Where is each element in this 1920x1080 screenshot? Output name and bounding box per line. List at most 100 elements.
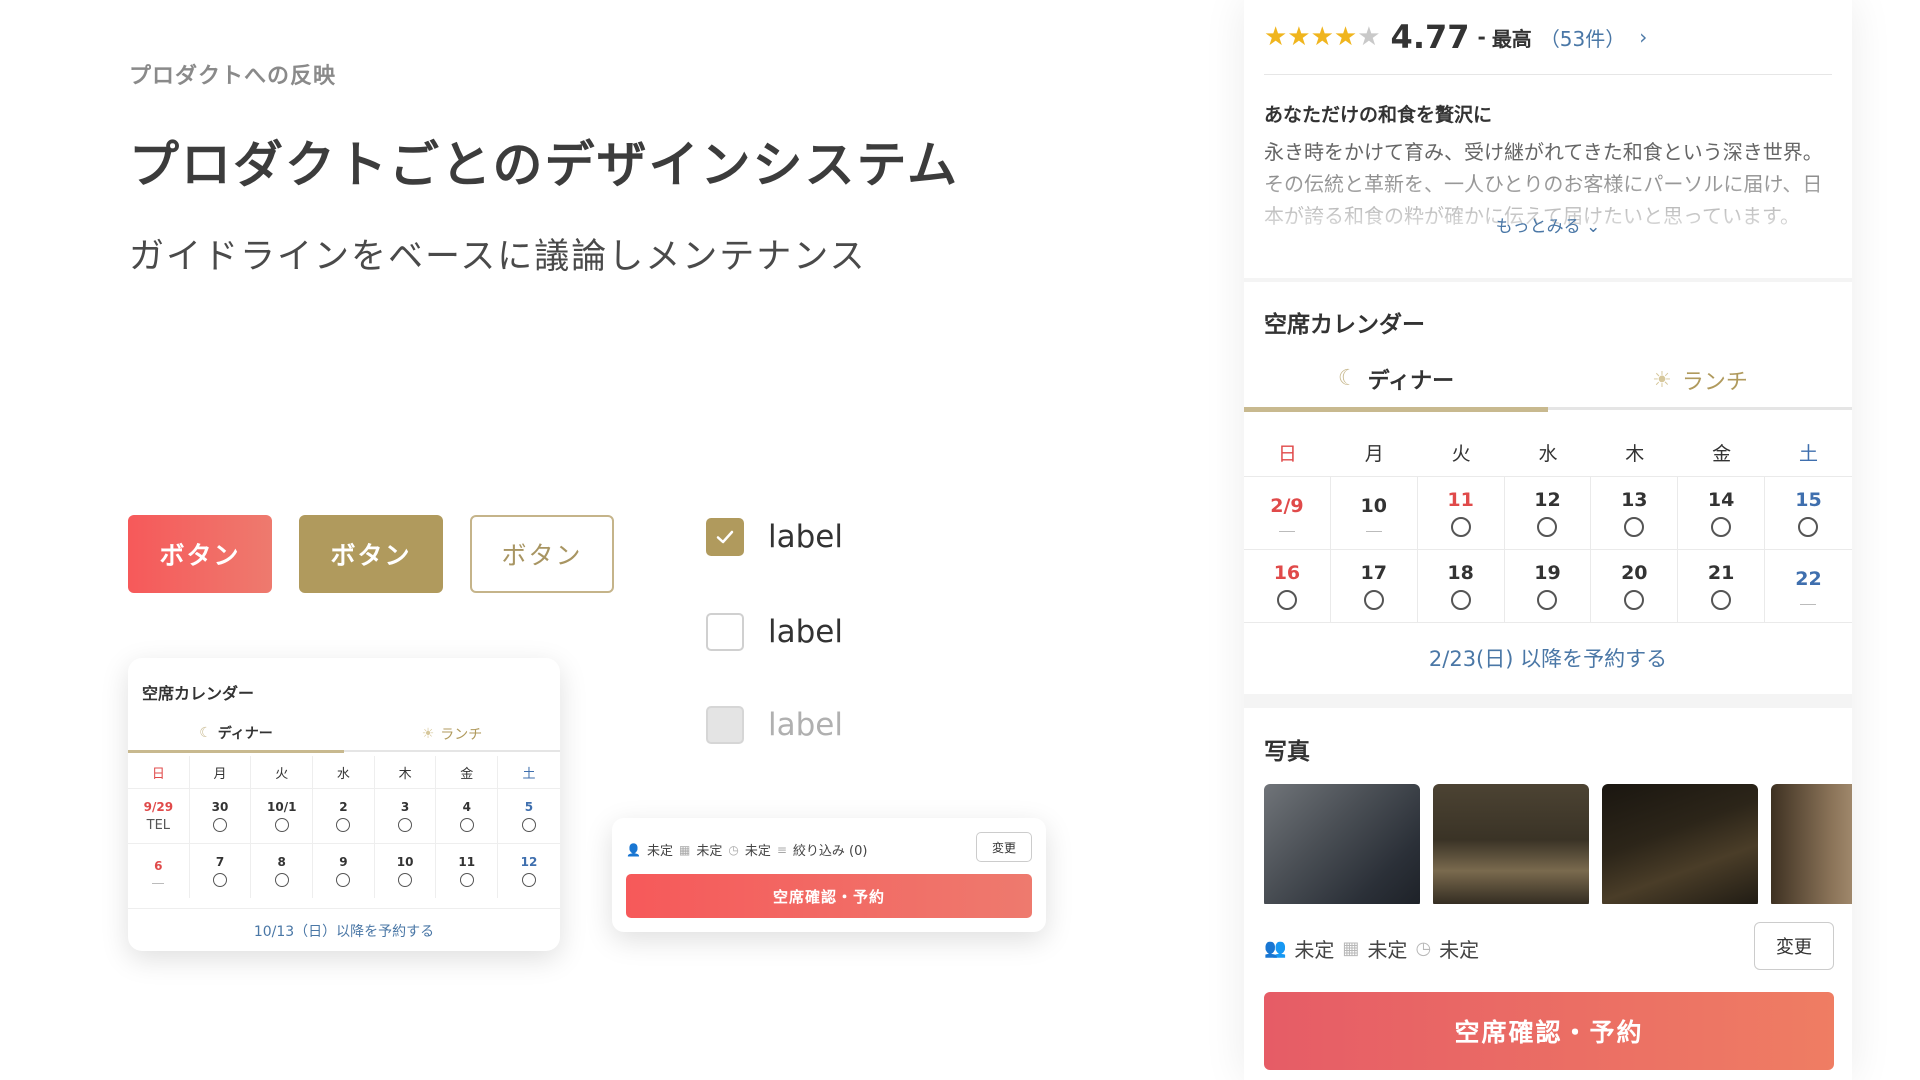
day-cell: 10 bbox=[1331, 477, 1418, 549]
day-number: 10/1 bbox=[267, 800, 297, 814]
mini-day-cell[interactable]: 2 bbox=[313, 789, 375, 843]
calendar-row: 2/9 10 11 12 13 14 15 bbox=[1244, 476, 1852, 549]
mini-weekday-header: 日 月 火 水 木 金 土 bbox=[128, 756, 560, 788]
day-cell[interactable]: 16 bbox=[1244, 550, 1331, 622]
read-more-link[interactable]: もっとみる ⌄ bbox=[1244, 212, 1852, 237]
rating-word: 最高 bbox=[1491, 26, 1532, 51]
day-number: 5 bbox=[524, 800, 534, 814]
day-number: 2 bbox=[339, 800, 348, 814]
clock-icon: ◷ bbox=[1415, 938, 1432, 959]
mini-calendar-more-link[interactable]: 10/13（日）以降を予約する bbox=[128, 908, 560, 951]
mini-day-cell[interactable]: 30 bbox=[190, 789, 252, 843]
day-cell[interactable]: 15 bbox=[1765, 477, 1852, 549]
rating-value: 4.77 bbox=[1390, 18, 1470, 56]
mini-day-cell[interactable]: 4 bbox=[436, 789, 499, 843]
available-circle-icon bbox=[213, 873, 228, 887]
change-button[interactable]: 変更 bbox=[1754, 922, 1834, 970]
mini-tab-lunch[interactable]: ☀ ランチ bbox=[344, 716, 560, 752]
available-circle-icon bbox=[1363, 590, 1384, 610]
day-cell[interactable]: 13 bbox=[1591, 477, 1679, 549]
day-number: 30 bbox=[211, 800, 229, 814]
weekday-header: 日 月 火 水 木 金 土 bbox=[1244, 428, 1852, 476]
day-cell[interactable]: 19 bbox=[1505, 550, 1592, 622]
primary-button[interactable]: ボタン bbox=[128, 515, 272, 593]
mini-day-cell[interactable]: 3 bbox=[375, 789, 437, 843]
day-number: 11 bbox=[458, 855, 476, 869]
day-number: 12 bbox=[520, 855, 538, 869]
day-number: 3 bbox=[400, 800, 410, 814]
day-cell[interactable]: 20 bbox=[1591, 550, 1679, 622]
weekday-mon: 月 bbox=[1364, 442, 1384, 465]
mini-day-cell[interactable]: 11 bbox=[436, 844, 499, 898]
mini-day-cell[interactable]: 9/29 TEL bbox=[128, 789, 190, 843]
photo-thumbnail[interactable] bbox=[1771, 784, 1852, 908]
checkbox-unchecked-row[interactable]: label bbox=[706, 613, 843, 651]
person-icon: 👤 bbox=[626, 842, 641, 857]
mini-day-cell[interactable]: 7 bbox=[190, 844, 252, 898]
day-number: 11 bbox=[1447, 489, 1474, 511]
booking-conditions[interactable]: 👥 未定 ▦ 未定 ◷ 未定 bbox=[1264, 934, 1479, 963]
mini-change-button[interactable]: 変更 bbox=[976, 832, 1032, 862]
available-circle-icon bbox=[1276, 590, 1297, 610]
description-fade bbox=[1244, 170, 1852, 250]
checkbox-checked[interactable] bbox=[706, 518, 744, 556]
mini-day-cell[interactable]: 10/1 bbox=[251, 789, 314, 843]
outline-button[interactable]: ボタン bbox=[470, 515, 614, 593]
mini-day-cell[interactable]: 10 bbox=[375, 844, 437, 898]
weekday-wed: 水 bbox=[1538, 442, 1558, 465]
checkbox-checked-row[interactable]: label bbox=[706, 518, 843, 556]
chevron-right-icon[interactable]: › bbox=[1639, 25, 1647, 49]
mini-day-cell[interactable]: 5 bbox=[498, 789, 560, 843]
mini-day-cell[interactable]: 9 bbox=[313, 844, 375, 898]
photo-thumbnail[interactable] bbox=[1264, 784, 1420, 908]
tab-dinner[interactable]: ☾ ディナー bbox=[1244, 350, 1548, 412]
star-rating-icon: ★★★★★ bbox=[1264, 22, 1381, 52]
mini-tab-lunch-label: ランチ bbox=[440, 727, 483, 743]
photo-thumbnail[interactable] bbox=[1602, 784, 1758, 908]
mini-day-cell[interactable]: 8 bbox=[251, 844, 314, 898]
rating-row[interactable]: ★★★★★ 4.77 - 最高 （53件） › bbox=[1264, 18, 1647, 56]
meal-tabs: ☾ ディナー ☀ ランチ bbox=[1244, 350, 1852, 412]
calendar-row: 16 17 18 19 20 21 22 bbox=[1244, 549, 1852, 622]
calendar-more-link[interactable]: 2/23(日) 以降を予約する bbox=[1244, 622, 1852, 692]
person-icon: 👥 bbox=[1264, 938, 1287, 959]
day-number: 12 bbox=[1534, 489, 1561, 511]
day-cell[interactable]: 21 bbox=[1678, 550, 1766, 622]
photo-thumbnail[interactable] bbox=[1433, 784, 1589, 908]
weekday-fri: 金 bbox=[1712, 442, 1732, 465]
mini-booking-conditions[interactable]: 👤 未定 ▦ 未定 ◷ 未定 ≡ 絞り込み (0) bbox=[626, 840, 867, 860]
available-circle-icon bbox=[1537, 590, 1558, 610]
available-circle-icon bbox=[274, 818, 289, 832]
tab-lunch-label: ランチ bbox=[1681, 370, 1748, 395]
calendar-grid: 日 月 火 水 木 金 土 2/9 10 11 12 13 14 15 16 1… bbox=[1244, 428, 1852, 622]
day-number: 16 bbox=[1273, 562, 1301, 584]
day-number: 8 bbox=[277, 855, 286, 869]
day-cell[interactable]: 14 bbox=[1678, 477, 1766, 549]
day-number: 19 bbox=[1534, 562, 1561, 584]
weekday-thu: 木 bbox=[1625, 442, 1645, 465]
moon-icon: ☾ bbox=[1337, 366, 1358, 391]
available-circle-icon bbox=[1798, 517, 1819, 537]
checkbox-label: label bbox=[768, 614, 843, 650]
secondary-button[interactable]: ボタン bbox=[299, 515, 443, 593]
day-cell[interactable]: 11 bbox=[1418, 477, 1505, 549]
mini-calendar-grid: 日 月 火 水 木 金 土 9/29 TEL 30 10/1 2 3 4 5 6 … bbox=[128, 756, 560, 898]
tab-lunch[interactable]: ☀ ランチ bbox=[1548, 350, 1852, 410]
checkbox-unchecked[interactable] bbox=[706, 613, 744, 651]
review-count-link[interactable]: （53件） bbox=[1540, 23, 1625, 52]
day-cell[interactable]: 17 bbox=[1331, 550, 1418, 622]
description-title: あなただけの和食を贅沢に bbox=[1264, 104, 1493, 126]
day-number: 6 bbox=[154, 858, 163, 873]
checkbox-disabled-row: label bbox=[706, 706, 843, 744]
mini-reserve-button[interactable]: 空席確認・予約 bbox=[626, 874, 1032, 918]
day-cell[interactable]: 12 bbox=[1505, 477, 1592, 549]
weekday-sat: 土 bbox=[1798, 442, 1818, 465]
page-title: プロダクトごとのデザインシステム bbox=[129, 136, 959, 194]
mini-tab-dinner[interactable]: ☾ ディナー bbox=[128, 716, 344, 753]
day-cell[interactable]: 18 bbox=[1418, 550, 1505, 622]
available-circle-icon bbox=[398, 873, 413, 887]
reserve-button[interactable]: 空席確認・予約 bbox=[1264, 992, 1834, 1070]
day-number: 21 bbox=[1707, 562, 1735, 584]
mini-day-cell[interactable]: 12 bbox=[498, 844, 560, 898]
weekday-tue: 火 bbox=[251, 756, 314, 788]
